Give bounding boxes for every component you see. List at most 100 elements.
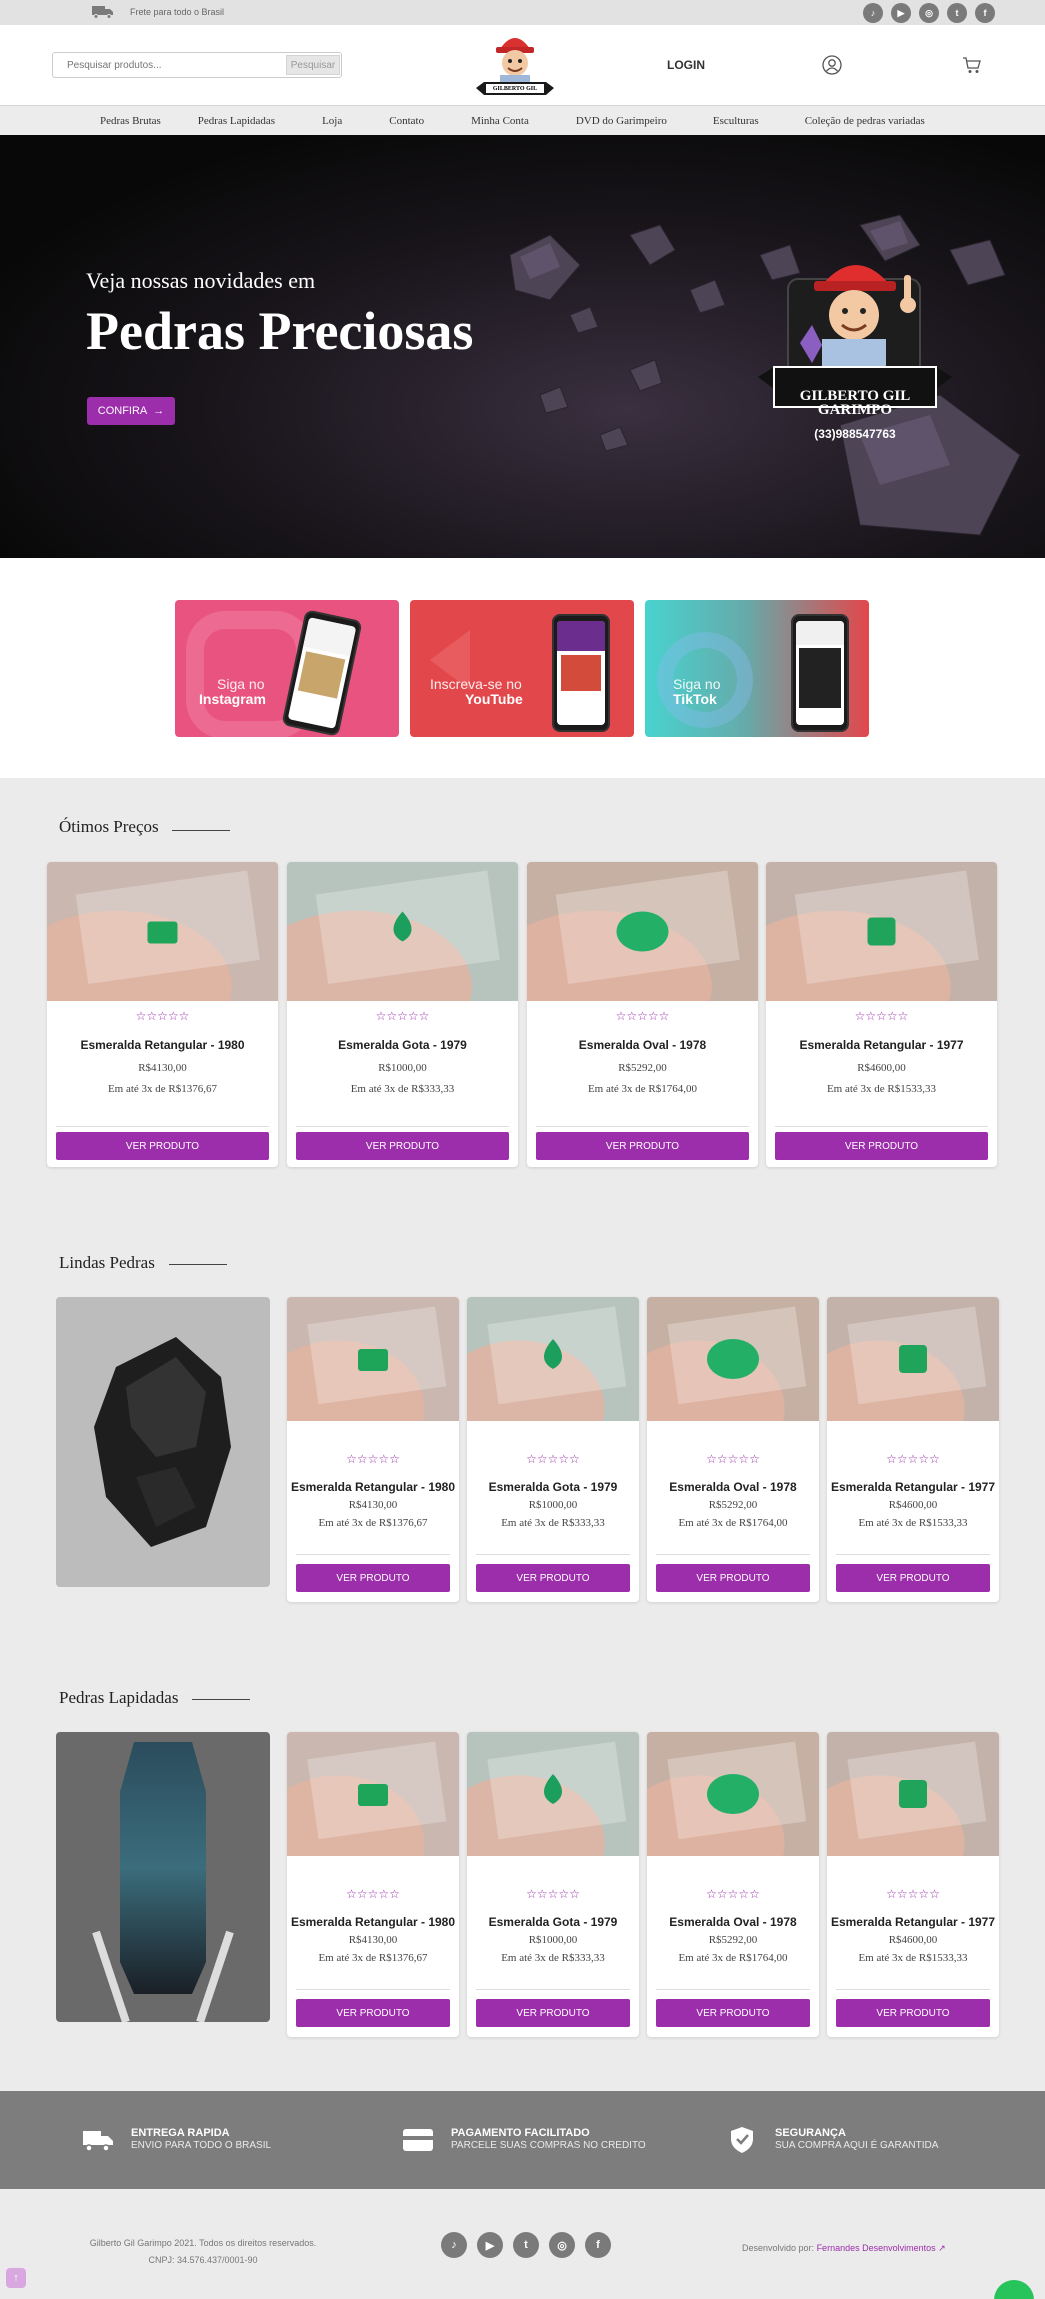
gilberto-gil-garimpo-logo[interactable]: GILBERTO GIL GARIMPO — [470, 27, 560, 103]
tiktok-banner-line1: Siga no — [673, 676, 721, 692]
product-installments: Em até 3x de R$1376,67 — [107, 1083, 218, 1095]
product-image[interactable] — [287, 1732, 459, 1912]
hero-title: Pedras Preciosas — [86, 301, 474, 361]
product-card[interactable]: ☆☆☆☆☆ Esmeralda Retangular - 1977 R$4600… — [766, 862, 997, 1167]
ver-produto-button[interactable]: VER PRODUTO — [476, 1564, 630, 1592]
ver-produto-button[interactable]: VER PRODUTO — [775, 1132, 988, 1160]
product-name[interactable]: Esmeralda Retangular - 1977 — [827, 1915, 999, 1929]
ver-produto-button[interactable]: VER PRODUTO — [56, 1132, 269, 1160]
twitter-icon[interactable]: t — [947, 3, 967, 23]
nav-item-esculturas[interactable]: Esculturas — [713, 115, 759, 127]
nav-item-loja[interactable]: Loja — [322, 115, 342, 127]
search-button[interactable]: Pesquisar — [286, 55, 340, 75]
product-name[interactable]: Esmeralda Retangular - 1977 — [827, 1480, 999, 1494]
rating-stars-icon: ☆☆☆☆☆ — [526, 1452, 580, 1466]
product-image[interactable] — [287, 1297, 459, 1477]
scroll-to-top-button[interactable]: ↑ — [6, 2268, 26, 2288]
ver-produto-button[interactable]: VER PRODUTO — [536, 1132, 749, 1160]
product-card[interactable]: ☆☆☆☆☆ Esmeralda Gota - 1979 R$1000,00 Em… — [467, 1732, 639, 2037]
product-name[interactable]: Esmeralda Retangular - 1977 — [766, 1038, 997, 1052]
developer-link[interactable]: Fernandes Desenvolvimentos — [817, 2243, 936, 2253]
card-divider — [656, 1554, 810, 1555]
product-name[interactable]: Esmeralda Gota - 1979 — [287, 1038, 518, 1052]
features-strip: ENTREGA RAPIDA ENVIO PARA TODO O BRASIL … — [0, 2091, 1045, 2189]
confira-button[interactable]: CONFIRA → — [87, 397, 175, 425]
product-image[interactable] — [647, 1297, 819, 1477]
tiktok-icon[interactable]: ♪ — [441, 2232, 467, 2258]
search-input[interactable] — [53, 53, 285, 77]
rating-stars-icon: ☆☆☆☆☆ — [375, 1009, 430, 1023]
product-image[interactable] — [766, 862, 997, 1064]
nav-item-pedras-lapidadas[interactable]: Pedras Lapidadas — [198, 115, 275, 127]
youtube-icon[interactable]: ▶ — [891, 3, 911, 23]
tiktok-banner[interactable]: Siga no TikTok — [645, 600, 869, 737]
product-photo — [467, 1297, 639, 1477]
ver-produto-button[interactable]: VER PRODUTO — [476, 1999, 630, 2027]
blue-tourmaline-feature-image[interactable] — [56, 1732, 270, 2022]
product-name[interactable]: Esmeralda Oval - 1978 — [647, 1480, 819, 1494]
instagram-icon[interactable]: ◎ — [919, 3, 939, 23]
ver-produto-button[interactable]: VER PRODUTO — [836, 1999, 990, 2027]
product-card[interactable]: ☆☆☆☆☆ Esmeralda Gota - 1979 R$1000,00 Em… — [467, 1297, 639, 1602]
ver-produto-button[interactable]: VER PRODUTO — [296, 1564, 450, 1592]
cut-blue-tourmaline-stone — [92, 1742, 234, 2022]
product-card[interactable]: ☆☆☆☆☆ Esmeralda Gota - 1979 R$1000,00 Em… — [287, 862, 518, 1167]
ver-produto-button[interactable]: VER PRODUTO — [296, 1132, 509, 1160]
black-tourmaline-feature-image[interactable] — [56, 1297, 270, 1587]
nav-item-colecao[interactable]: Coleção de pedras variadas — [805, 115, 925, 127]
user-account-icon[interactable] — [822, 55, 842, 75]
instagram-banner[interactable]: Siga no Instagram — [175, 600, 399, 737]
product-price: R$5292,00 — [708, 1934, 758, 1946]
product-image[interactable] — [467, 1297, 639, 1477]
nav-item-contato[interactable]: Contato — [389, 115, 424, 127]
tiktok-banner-line2: TikTok — [673, 691, 717, 707]
product-card[interactable]: ☆☆☆☆☆ Esmeralda Retangular - 1977 R$4600… — [827, 1732, 999, 2037]
product-name[interactable]: Esmeralda Retangular - 1980 — [287, 1915, 459, 1929]
nav-item-pedras-brutas[interactable]: Pedras Brutas — [100, 115, 161, 127]
login-link[interactable]: LOGIN — [667, 58, 705, 72]
nav-item-minha-conta[interactable]: Minha Conta — [471, 115, 529, 127]
product-card[interactable]: ☆☆☆☆☆ Esmeralda Oval - 1978 R$5292,00 Em… — [647, 1732, 819, 2037]
product-image[interactable] — [827, 1297, 999, 1477]
twitter-icon[interactable]: t — [513, 2232, 539, 2258]
youtube-banner[interactable]: Inscreva-se no YouTube — [410, 600, 634, 737]
product-card[interactable]: ☆☆☆☆☆ Esmeralda Retangular - 1980 R$4130… — [47, 862, 278, 1167]
product-image[interactable] — [827, 1732, 999, 1912]
card-divider — [536, 1126, 749, 1127]
product-photo — [287, 1732, 459, 1912]
product-price: R$4600,00 — [888, 1499, 938, 1511]
youtube-icon[interactable]: ▶ — [477, 2232, 503, 2258]
product-image[interactable] — [647, 1732, 819, 1912]
product-card[interactable]: ☆☆☆☆☆ Esmeralda Oval - 1978 R$5292,00 Em… — [647, 1297, 819, 1602]
product-name[interactable]: Esmeralda Gota - 1979 — [467, 1480, 639, 1494]
product-image[interactable] — [467, 1732, 639, 1912]
ver-produto-button[interactable]: VER PRODUTO — [656, 1564, 810, 1592]
ver-produto-button[interactable]: VER PRODUTO — [296, 1999, 450, 2027]
product-name[interactable]: Esmeralda Oval - 1978 — [647, 1915, 819, 1929]
product-image[interactable] — [287, 862, 518, 1064]
ver-produto-button[interactable]: VER PRODUTO — [656, 1999, 810, 2027]
nav-item-dvd-garimpeiro[interactable]: DVD do Garimpeiro — [576, 115, 667, 127]
product-name[interactable]: Esmeralda Retangular - 1980 — [47, 1038, 278, 1052]
product-card[interactable]: ☆☆☆☆☆ Esmeralda Retangular - 1980 R$4130… — [287, 1297, 459, 1602]
product-card[interactable]: ☆☆☆☆☆ Esmeralda Retangular - 1980 R$4130… — [287, 1732, 459, 2037]
social-banners: Siga no Instagram Inscreva-se no YouTube… — [0, 558, 1045, 778]
product-installments: Em até 3x de R$1764,00 — [678, 1517, 788, 1529]
ver-produto-button[interactable]: VER PRODUTO — [836, 1564, 990, 1592]
instagram-icon[interactable]: ◎ — [549, 2232, 575, 2258]
truck-icon — [92, 6, 113, 19]
product-name[interactable]: Esmeralda Oval - 1978 — [527, 1038, 758, 1052]
developer-prefix: Desenvolvido por: — [742, 2243, 815, 2253]
product-name[interactable]: Esmeralda Retangular - 1980 — [287, 1480, 459, 1494]
product-card[interactable]: ☆☆☆☆☆ Esmeralda Retangular - 1977 R$4600… — [827, 1297, 999, 1602]
product-image[interactable] — [47, 862, 278, 1064]
facebook-icon[interactable]: f — [975, 3, 995, 23]
product-image[interactable] — [527, 862, 758, 1064]
product-name[interactable]: Esmeralda Gota - 1979 — [467, 1915, 639, 1929]
product-price: R$1000,00 — [378, 1062, 427, 1074]
card-divider — [56, 1126, 269, 1127]
tiktok-icon[interactable]: ♪ — [863, 3, 883, 23]
facebook-icon[interactable]: f — [585, 2232, 611, 2258]
shopping-cart-icon[interactable] — [962, 55, 982, 75]
product-card[interactable]: ☆☆☆☆☆ Esmeralda Oval - 1978 R$5292,00 Em… — [527, 862, 758, 1167]
